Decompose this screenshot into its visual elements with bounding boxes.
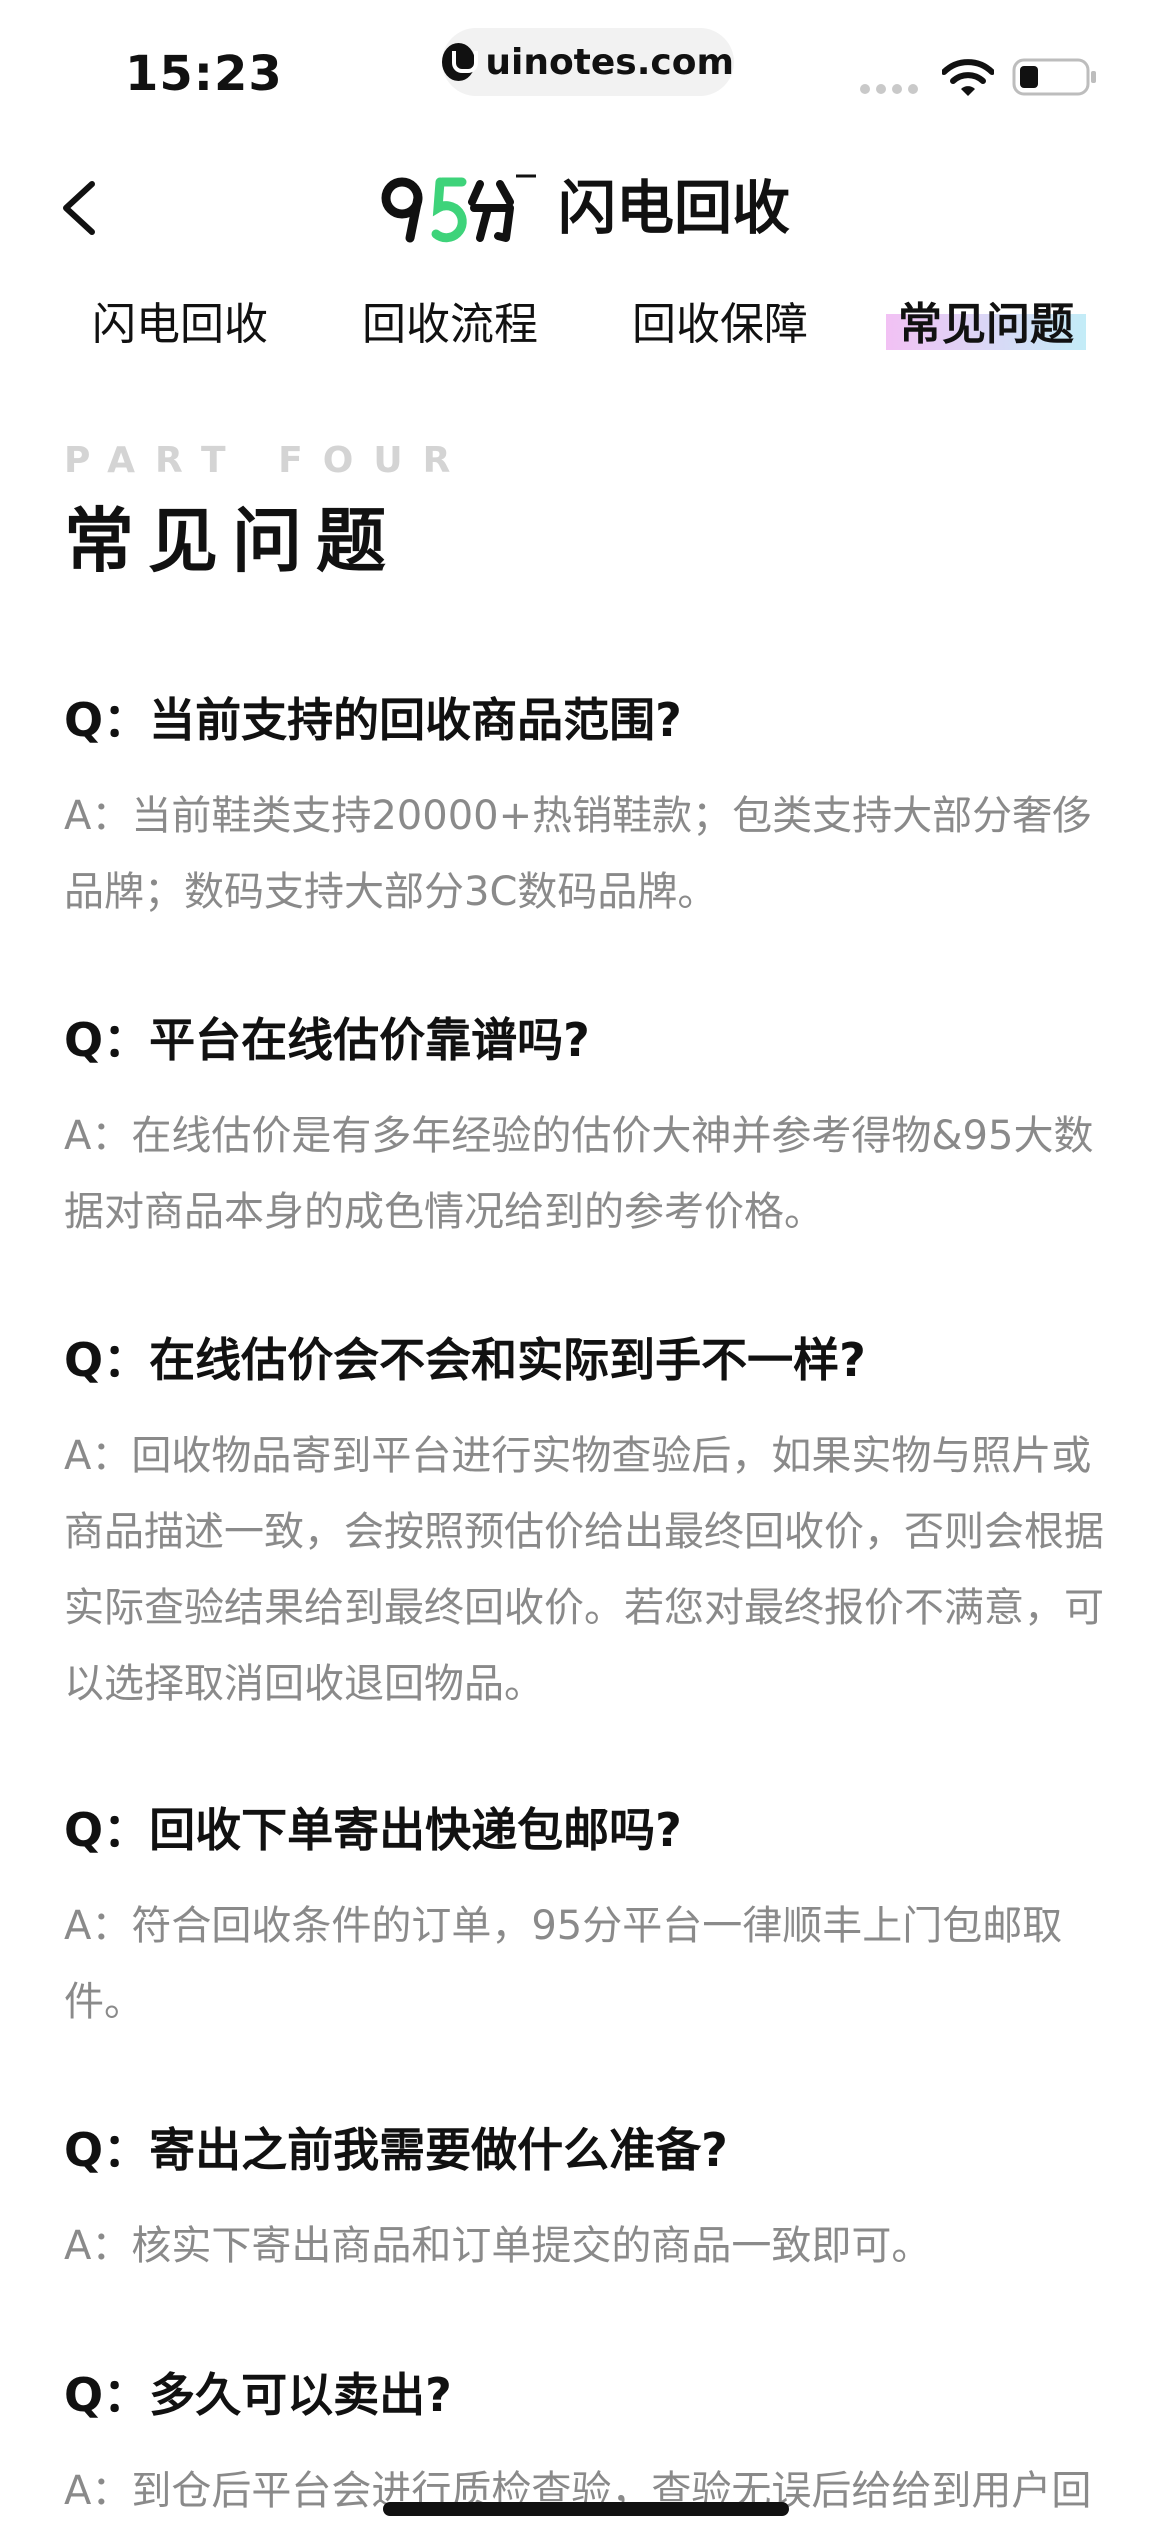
faq-question: Q：多久可以卖出?	[64, 2368, 452, 2422]
home-indicator[interactable]	[383, 2502, 789, 2516]
brand-title: 闪电回收	[558, 174, 791, 242]
tab-flash-recycle[interactable]: 闪电回收	[92, 290, 268, 360]
faq-item: Q：在线估价会不会和实际到手不一样? A：回收物品寄到平台进行实物查验后，如果实…	[64, 1330, 1114, 1722]
faq-question: Q：平台在线估价靠谱吗?	[64, 1013, 590, 1067]
faq-item: Q：平台在线估价靠谱吗? A：在线估价是有多年经验的估价大神并参考得物&95大数…	[64, 1010, 1114, 1250]
faq-question: Q：寄出之前我需要做什么准备?	[64, 2123, 728, 2177]
url-pill[interactable]: uinotes.com	[442, 28, 734, 96]
section-header: PART FOUR 常见问题	[64, 440, 470, 586]
faq-answer: A：符合回收条件的订单，95分平台一律顺丰上门包邮取件。	[64, 1903, 1063, 2025]
back-chevron-icon[interactable]	[52, 178, 112, 238]
faq-item: Q：寄出之前我需要做什么准备? A：核实下寄出商品和订单提交的商品一致即可。	[64, 2120, 1114, 2284]
tab-recycle-guarantee[interactable]: 回收保障	[632, 290, 808, 360]
brand-header: 闪电回收	[380, 172, 790, 244]
faq-answer: A：到仓后平台会进行质检查验，查验无误后给给到用户回	[64, 2468, 1092, 2514]
app-logo	[381, 174, 536, 243]
tab-faq[interactable]: 常见问题	[886, 290, 1086, 360]
part-label: PART FOUR	[64, 440, 471, 481]
faq-item: Q：当前支持的回收商品范围? A：当前鞋类支持20000+热销鞋款；包类支持大部…	[64, 690, 1114, 930]
faq-answer: A：核实下寄出商品和订单提交的商品一致即可。	[64, 2223, 932, 2269]
faq-question: Q：在线估价会不会和实际到手不一样?	[64, 1333, 866, 1387]
status-time: 15:23	[125, 46, 283, 102]
site-icon	[442, 43, 479, 81]
faq-answer: A：在线估价是有多年经验的估价大神并参考得物&95大数据对商品本身的成色情况给到…	[64, 1113, 1094, 1235]
nav-bar: 闪电回收	[0, 160, 1170, 260]
faq-item: Q：回收下单寄出快递包邮吗? A：符合回收条件的订单，95分平台一律顺丰上门包邮…	[64, 1800, 1114, 2040]
faq-answer: A：当前鞋类支持20000+热销鞋款；包类支持大部分奢侈品牌；数码支持大部分3C…	[64, 793, 1093, 915]
cellular-signal-icon	[860, 84, 918, 94]
section-title: 常见问题	[64, 500, 400, 582]
battery-icon	[1012, 58, 1096, 96]
tab-recycle-process[interactable]: 回收流程	[362, 290, 538, 360]
faq-answer: A：回收物品寄到平台进行实物查验后，如果实物与照片或商品描述一致，会按照预估价给…	[64, 1433, 1104, 1707]
status-bar: 15:23 uinotes.com	[0, 0, 1170, 130]
wifi-icon	[942, 59, 994, 96]
url-text: uinotes.com	[485, 41, 734, 83]
tab-bar: 闪电回收 回收流程 回收保障 常见问题	[0, 290, 1170, 370]
faq-question: Q：当前支持的回收商品范围?	[64, 693, 682, 747]
faq-question: Q：回收下单寄出快递包邮吗?	[64, 1803, 682, 1857]
